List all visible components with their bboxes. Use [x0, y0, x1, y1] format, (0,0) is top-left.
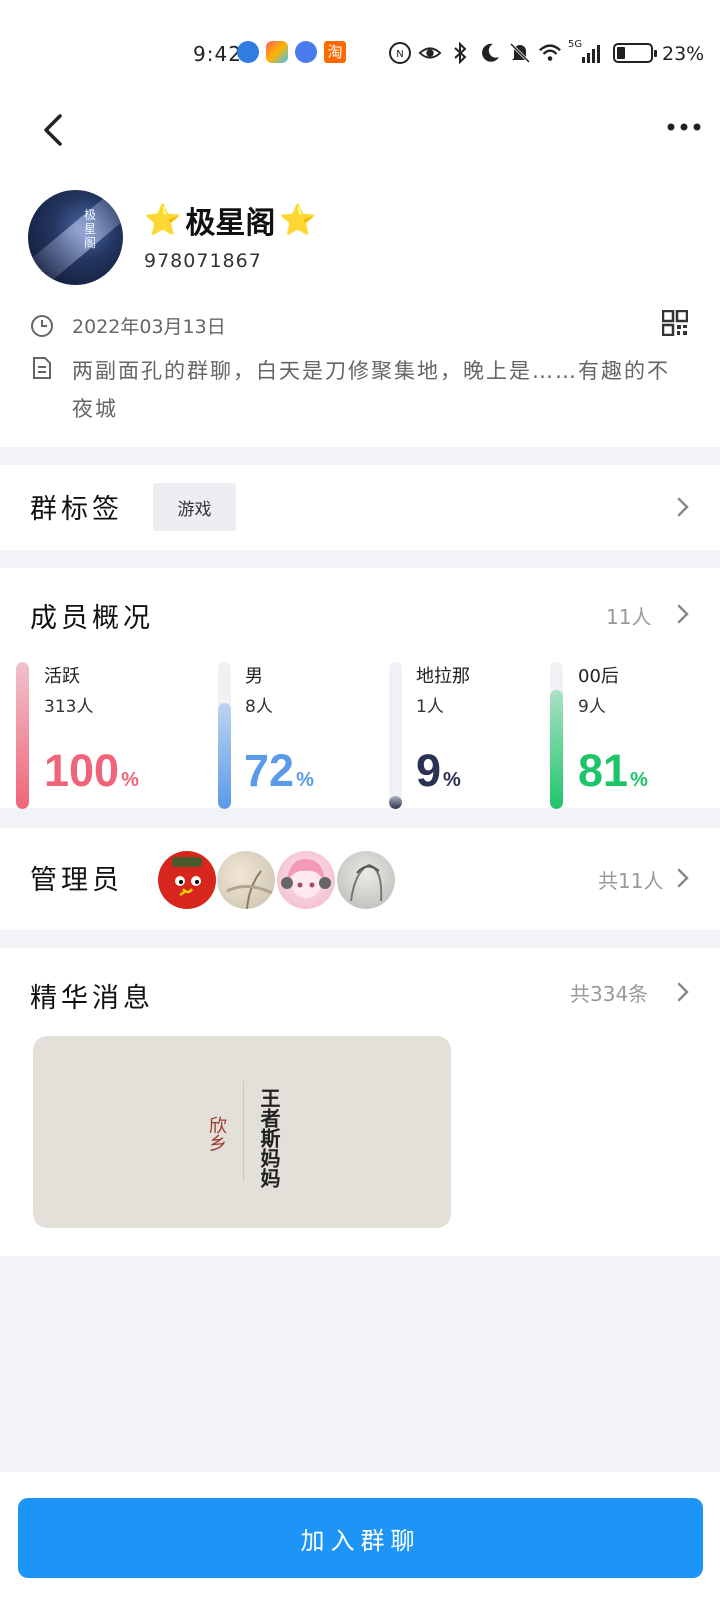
chevron-right-icon[interactable] — [675, 980, 691, 1004]
male-bar — [218, 662, 231, 809]
percent-sign: % — [443, 769, 461, 791]
members-title: 成员概况 — [30, 603, 154, 634]
region-bar-fill — [389, 795, 402, 809]
admin-avatar[interactable] — [337, 851, 395, 909]
group-header: 极星阁 ⭐ 极星阁 ⭐ 978071867 2022年03月13日 两副面孔的群… — [0, 90, 720, 447]
star-icon: ⭐ — [279, 202, 317, 238]
admin-count: 共11人 — [598, 869, 664, 893]
stat-label: 男 — [245, 666, 263, 687]
age-bar-fill — [550, 689, 563, 809]
eye-icon — [418, 41, 442, 65]
more-dots-icon — [667, 123, 701, 131]
battery-icon — [613, 43, 657, 63]
stat-count: 8人 — [245, 697, 273, 717]
chevron-right-icon[interactable] — [675, 866, 691, 890]
percent-sign: % — [296, 769, 314, 791]
stat-percent: 81% — [578, 748, 648, 803]
age-bar — [550, 662, 563, 809]
star-icon: ⭐ — [144, 202, 182, 238]
stat-count: 313人 — [44, 697, 94, 717]
group-avatar[interactable]: 极星阁 — [28, 190, 123, 285]
essence-messages-card[interactable]: 精华消息 共334条 欣乡 王者斯妈妈 — [0, 948, 720, 1256]
music-app-icon — [295, 41, 317, 63]
essence-title: 精华消息 — [30, 983, 154, 1014]
countryball-avatar-graphic — [172, 857, 202, 897]
image-text-left: 欣乡 — [206, 1116, 227, 1152]
admin-avatar[interactable] — [277, 851, 335, 909]
svg-text:N: N — [396, 49, 403, 60]
stat-percent: 72% — [244, 748, 314, 803]
created-date-row: 2022年03月13日 — [30, 312, 226, 339]
essence-count: 共334条 — [570, 982, 649, 1006]
admin-avatar[interactable] — [158, 851, 216, 909]
stat-percent-value: 9 — [416, 745, 442, 796]
bottom-bar: 加入群聊 — [0, 1472, 720, 1600]
stat-label: 00后 — [578, 666, 619, 687]
network-type: 5G — [568, 39, 583, 50]
member-overview-card[interactable]: 成员概况 11人 活跃 313人 100% 男 8人 72% 地拉那 1人 9%… — [0, 568, 720, 809]
group-tags-card[interactable]: 群标签 游戏 — [0, 465, 720, 550]
avatar-text: 极星阁 — [83, 208, 96, 250]
stat-percent: 9% — [416, 748, 461, 803]
divider-line — [243, 1081, 244, 1181]
back-button[interactable] — [38, 110, 68, 150]
admin-avatar[interactable] — [217, 851, 275, 909]
stat-percent-value: 72 — [244, 745, 295, 796]
anime-girl-avatar-graphic — [281, 859, 331, 898]
signal-icon: 5G — [568, 39, 600, 65]
stat-percent: 100% — [44, 748, 139, 803]
admins-title: 管理员 — [30, 865, 123, 896]
stat-count: 9人 — [578, 697, 606, 717]
app-notification-icon — [266, 41, 288, 63]
male-bar-fill — [218, 703, 231, 809]
percent-sign: % — [121, 769, 139, 791]
group-name-text: 极星阁 — [185, 206, 276, 241]
stat-label: 活跃 — [44, 666, 80, 687]
chevron-right-icon[interactable] — [675, 495, 691, 519]
stat-label: 地拉那 — [416, 666, 470, 687]
nfc-icon: N — [388, 41, 412, 65]
bluetooth-icon — [448, 41, 472, 65]
qr-code-icon — [661, 309, 689, 337]
stat-count: 1人 — [416, 697, 444, 717]
status-time: 9:42 — [193, 42, 242, 66]
chevron-right-icon[interactable] — [675, 602, 691, 626]
document-icon — [33, 357, 51, 379]
tags-title: 群标签 — [30, 494, 123, 525]
milky-way-graphic — [28, 190, 123, 285]
essence-image[interactable]: 欣乡 王者斯妈妈 — [33, 1036, 451, 1228]
image-text-right: 王者斯妈妈 — [257, 1088, 281, 1188]
battery-percent: 23% — [662, 43, 705, 65]
group-id: 978071867 — [144, 250, 262, 272]
region-bar — [389, 662, 402, 809]
active-bar-fill — [16, 662, 29, 809]
created-date: 2022年03月13日 — [72, 316, 226, 338]
group-description: 两副面孔的群聊，白天是刀修聚集地，晚上是……有趣的不夜城 — [72, 359, 670, 421]
join-group-button[interactable]: 加入群聊 — [18, 1498, 703, 1578]
chevron-left-icon — [44, 114, 62, 146]
app-notification-icon — [237, 41, 259, 63]
status-icons: N 5G — [388, 38, 600, 68]
member-count: 11人 — [606, 605, 652, 629]
tag-pill[interactable]: 游戏 — [153, 483, 236, 531]
clock-icon — [31, 314, 53, 337]
stat-percent-value: 100 — [44, 745, 120, 796]
more-options-button[interactable] — [664, 112, 704, 142]
stat-percent-value: 81 — [578, 745, 629, 796]
percent-sign: % — [630, 769, 648, 791]
landscape-avatar-graphic — [226, 870, 273, 909]
status-bar: 9:42 淘 N 5G 23% — [0, 0, 720, 90]
sketch-avatar-graphic — [350, 863, 383, 902]
group-name: ⭐ 极星阁 ⭐ — [144, 198, 317, 242]
wifi-icon — [538, 41, 562, 65]
active-bar — [16, 662, 29, 809]
qr-code-button[interactable] — [661, 309, 689, 337]
mute-bell-icon — [508, 41, 532, 65]
taobao-app-icon: 淘 — [324, 41, 346, 63]
admins-card[interactable]: 管理员 共11人 — [0, 828, 720, 930]
moon-icon — [478, 41, 502, 65]
